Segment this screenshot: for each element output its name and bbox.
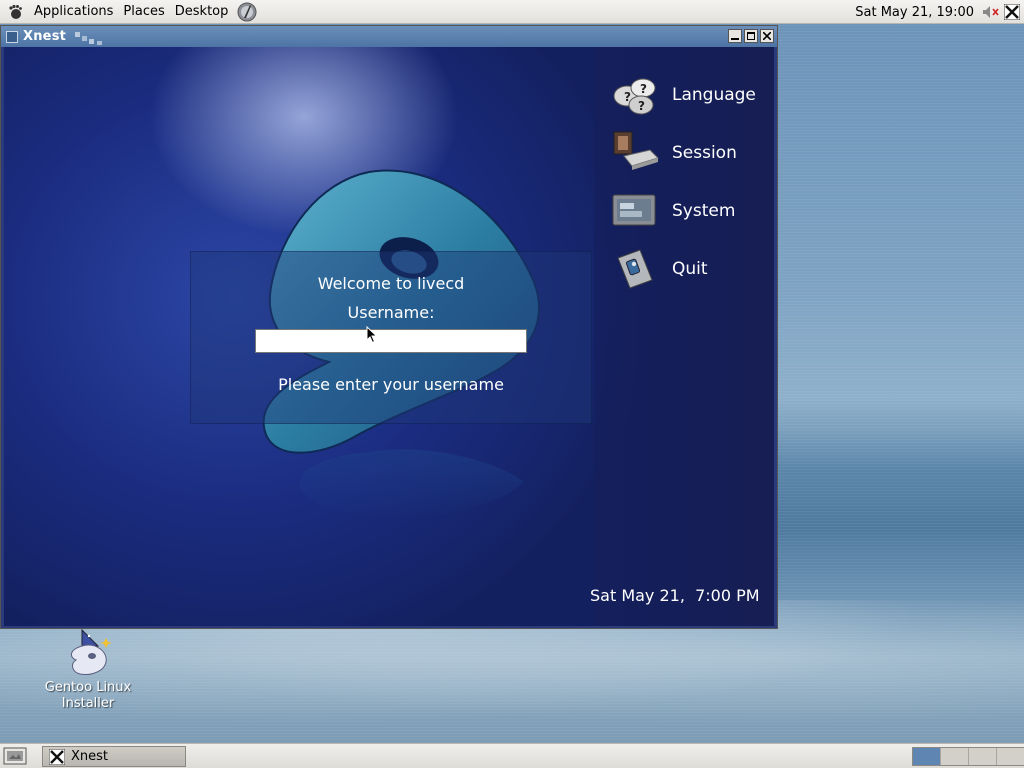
close-icon	[763, 32, 771, 40]
gdm-menu-language[interactable]: ? ? ? Language	[610, 69, 774, 121]
desktop-icon-gentoo-installer[interactable]: Gentoo Linux Installer	[38, 628, 138, 712]
svg-text:?: ?	[640, 82, 647, 96]
maximize-button[interactable]	[744, 29, 758, 43]
gdm-login-screen: Welcome to livecd Username: Please enter…	[4, 47, 774, 626]
workspace-3[interactable]	[969, 748, 997, 765]
workspace-1[interactable]	[913, 748, 941, 765]
system-icon	[612, 194, 656, 226]
username-label: Username:	[347, 303, 435, 322]
xnest-window: Xnest Welcome to livecd Username: Please…	[0, 25, 778, 629]
desktop-icon-label-line2: Installer	[61, 696, 115, 711]
show-desktop-icon[interactable]	[3, 747, 27, 765]
desktop-icon-label-line1: Gentoo Linux	[44, 680, 132, 695]
taskbar-xnest-button[interactable]: Xnest	[42, 746, 186, 767]
window-controls	[728, 29, 774, 43]
session-icon	[613, 131, 659, 170]
workspace-2[interactable]	[941, 748, 969, 765]
quit-icon	[617, 249, 653, 289]
menu-places[interactable]: Places	[118, 0, 169, 24]
gdm-menu-system[interactable]: System	[610, 185, 774, 237]
menu-applications[interactable]: Applications	[29, 0, 118, 24]
x-window-icon	[49, 748, 65, 765]
gdm-menu-quit[interactable]: Quit	[610, 243, 774, 295]
gdm-menu-session-label: Session	[672, 143, 737, 163]
taskbar-xnest-label: Xnest	[71, 749, 109, 764]
svg-text:?: ?	[638, 99, 645, 113]
window-title: Xnest	[23, 29, 67, 44]
maximize-icon	[747, 32, 755, 40]
x-window-icon[interactable]	[1004, 4, 1020, 20]
gdm-clock: Sat May 21, 7:00 PM	[590, 586, 760, 605]
panel-clock[interactable]: Sat May 21, 19:00	[855, 5, 974, 20]
close-button[interactable]	[760, 29, 774, 43]
gdm-menu-session[interactable]: Session	[610, 127, 774, 179]
gnome-foot-icon[interactable]	[7, 4, 23, 20]
welcome-message: Welcome to livecd	[317, 274, 465, 293]
bottom-panel: Xnest	[0, 743, 1024, 768]
gdm-menu-language-label: Language	[672, 85, 756, 105]
gdm-menu-quit-label: Quit	[672, 259, 708, 279]
top-panel-tray: Sat May 21, 19:00	[855, 0, 1024, 24]
minimize-icon	[731, 38, 739, 40]
svg-text:?: ?	[624, 90, 631, 104]
gentoo-installer-icon	[71, 628, 112, 675]
workspace-4[interactable]	[997, 748, 1024, 765]
language-icon: ? ? ?	[613, 78, 656, 115]
login-box: Welcome to livecd Username: Please enter…	[190, 251, 592, 424]
username-hint: Please enter your username	[278, 375, 504, 394]
web-browser-launcher-icon[interactable]	[236, 1, 258, 23]
username-input[interactable]	[255, 329, 527, 353]
volume-muted-icon[interactable]	[982, 5, 1000, 19]
top-panel: Applications Places Desktop Sat May 21, …	[0, 0, 1024, 24]
minimize-button[interactable]	[728, 29, 742, 43]
menu-desktop[interactable]: Desktop	[170, 0, 234, 24]
mouse-pointer-icon	[366, 326, 378, 344]
gdm-menu-system-label: System	[672, 201, 736, 221]
workspace-switcher	[912, 747, 1024, 766]
window-titlebar[interactable]: Xnest	[1, 26, 777, 47]
titlebar-decoration	[75, 32, 102, 45]
window-menu-icon[interactable]	[6, 30, 18, 43]
